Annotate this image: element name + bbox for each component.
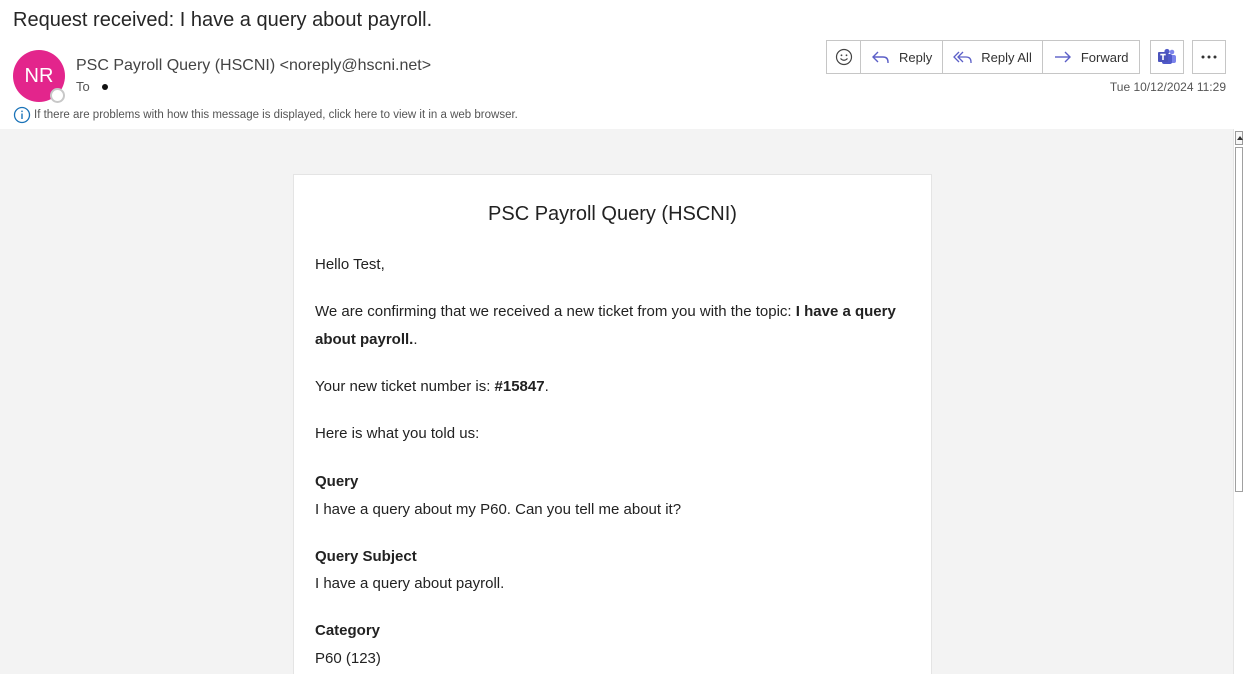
ticket-number-paragraph: Your new ticket number is: #15847. bbox=[315, 373, 915, 401]
teams-icon bbox=[1157, 48, 1177, 66]
field-value-query-subject: I have a query about payroll. bbox=[315, 575, 505, 592]
info-icon bbox=[13, 106, 31, 124]
confirmation-text: We are confirming that we received a new… bbox=[315, 303, 796, 320]
reply-all-icon bbox=[953, 49, 973, 65]
ellipsis-icon bbox=[1200, 54, 1218, 60]
ticket-number-suffix: . bbox=[544, 378, 549, 395]
scroll-thumb[interactable] bbox=[1235, 147, 1243, 492]
more-actions-button[interactable] bbox=[1192, 40, 1226, 74]
reply-label: Reply bbox=[899, 49, 933, 65]
ticket-number: #15847 bbox=[494, 378, 545, 395]
confirmation-suffix: . bbox=[413, 331, 418, 348]
forward-button[interactable]: Forward bbox=[1041, 40, 1140, 74]
avatar-initials: NR bbox=[24, 64, 54, 87]
reaction-button[interactable] bbox=[826, 40, 861, 74]
confirmation-paragraph: We are confirming that we received a new… bbox=[315, 298, 915, 354]
message-card: PSC Payroll Query (HSCNI) Hello Test, We… bbox=[293, 174, 932, 674]
greeting: Hello Test, bbox=[315, 256, 385, 273]
forward-arrow-icon bbox=[1053, 49, 1073, 65]
field-label-category: Category bbox=[315, 622, 381, 639]
field-label-query: Query bbox=[315, 473, 359, 490]
vertical-scrollbar[interactable] bbox=[1233, 129, 1243, 674]
ticket-number-text: Your new ticket number is: bbox=[315, 378, 495, 395]
scroll-up-arrow-icon[interactable] bbox=[1235, 131, 1243, 145]
sender-name[interactable]: PSC Payroll Query (HSCNI) <noreply@hscni… bbox=[76, 57, 431, 75]
teams-button[interactable] bbox=[1150, 40, 1184, 74]
reply-button[interactable]: Reply bbox=[860, 40, 944, 74]
smiley-icon bbox=[835, 48, 853, 66]
field-label-query-subject: Query Subject bbox=[315, 548, 417, 565]
info-text: If there are problems with how this mess… bbox=[34, 109, 518, 121]
reply-all-label: Reply All bbox=[981, 49, 1032, 65]
reply-icon bbox=[871, 49, 891, 65]
field-value-query: I have a query about my P60. Can you tel… bbox=[315, 501, 682, 518]
to-label: To bbox=[76, 79, 90, 94]
info-bar[interactable]: If there are problems with how this mess… bbox=[13, 106, 518, 124]
recipients-row: To bbox=[76, 79, 108, 94]
message-body: PSC Payroll Query (HSCNI) Hello Test, We… bbox=[0, 129, 1233, 674]
forward-label: Forward bbox=[1080, 49, 1129, 65]
field-value-category: P60 (123) bbox=[315, 650, 381, 667]
message-title: PSC Payroll Query (HSCNI) bbox=[488, 203, 737, 225]
reply-all-button[interactable]: Reply All bbox=[942, 40, 1043, 74]
told-us-text: Here is what you told us: bbox=[315, 425, 480, 442]
sent-date: Tue 10/12/2024 11:29 bbox=[1109, 80, 1226, 94]
presence-status-icon bbox=[50, 88, 65, 103]
recipient-icon[interactable] bbox=[101, 83, 108, 90]
email-subject: Request received: I have a query about p… bbox=[13, 9, 433, 31]
message-actions-toolbar: Reply Reply All Forward bbox=[826, 40, 1226, 74]
